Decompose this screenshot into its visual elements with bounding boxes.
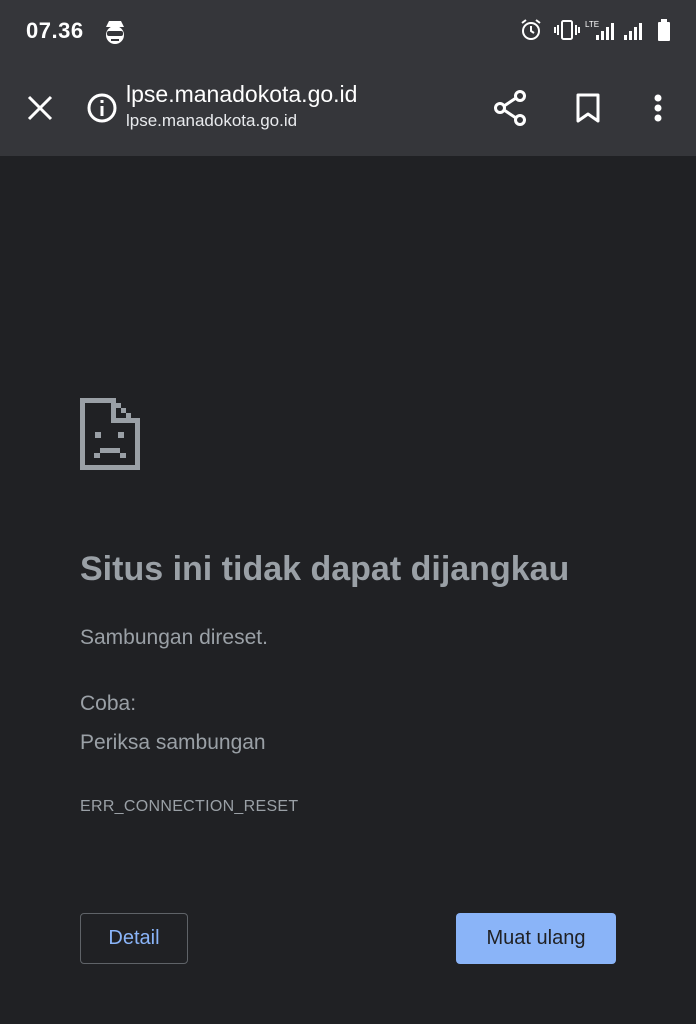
network-label: LTE bbox=[585, 20, 599, 29]
bookmark-button[interactable] bbox=[564, 84, 612, 132]
try-label: Coba: bbox=[80, 692, 137, 715]
close-button[interactable] bbox=[16, 84, 64, 132]
detail-button[interactable]: Detail bbox=[80, 913, 188, 964]
status-time: 07.36 bbox=[26, 18, 84, 43]
error-page: Situs ini tidak dapat dijangkau Sambunga… bbox=[0, 156, 696, 1024]
reload-button[interactable]: Muat ulang bbox=[456, 913, 616, 964]
share-button[interactable] bbox=[486, 84, 534, 132]
site-info-button[interactable] bbox=[78, 84, 126, 132]
url-block[interactable]: lpse.manadokota.go.id lpse.manadokota.go… bbox=[126, 80, 466, 132]
browser-toolbar: lpse.manadokota.go.id lpse.manadokota.go… bbox=[0, 62, 696, 156]
error-code: ERR_CONNECTION_RESET bbox=[80, 798, 299, 815]
signal-icon bbox=[624, 23, 642, 40]
bookmark-icon bbox=[576, 93, 600, 123]
status-bar: 07.36 LTE bbox=[0, 0, 696, 62]
error-description: Sambungan direset. bbox=[80, 626, 268, 649]
suggestion-check-connection: Periksa sambungan bbox=[80, 731, 266, 754]
vibrate-icon bbox=[554, 20, 580, 40]
incognito-avatar-icon bbox=[102, 18, 128, 46]
battery-icon bbox=[658, 19, 670, 41]
close-icon bbox=[27, 95, 53, 121]
lte-signal-icon: LTE bbox=[585, 20, 614, 40]
page-url: lpse.manadokota.go.id bbox=[126, 111, 298, 130]
error-title: Situs ini tidak dapat dijangkau bbox=[80, 550, 570, 588]
more-vert-icon bbox=[654, 94, 662, 122]
page-title: lpse.manadokota.go.id bbox=[126, 81, 358, 107]
alarm-icon bbox=[521, 19, 541, 40]
info-icon bbox=[87, 93, 117, 123]
more-options-button[interactable] bbox=[634, 84, 682, 132]
sad-file-icon bbox=[80, 398, 140, 470]
share-icon bbox=[494, 90, 526, 126]
